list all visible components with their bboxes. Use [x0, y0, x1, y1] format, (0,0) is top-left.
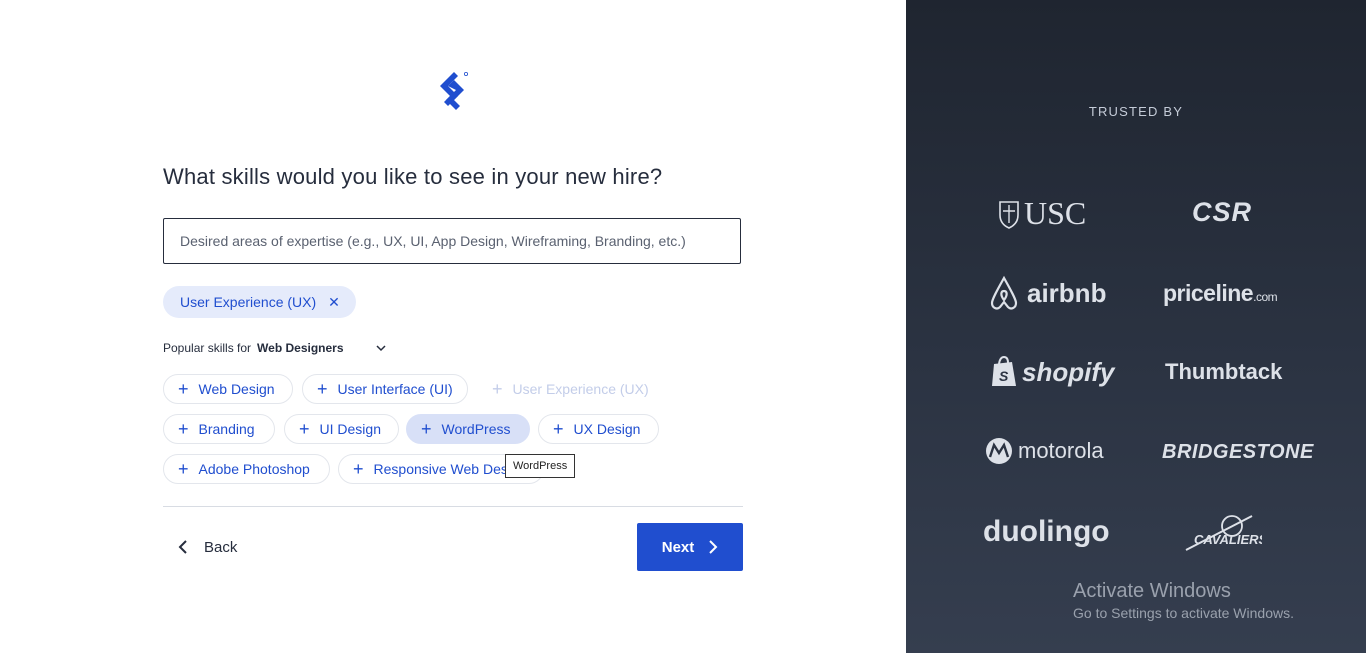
plus-icon: + [421, 419, 432, 439]
watermark-title: Activate Windows [1073, 580, 1231, 602]
svg-text:CAVALIERS: CAVALIERS [1194, 532, 1262, 547]
close-icon[interactable]: ✕ [328, 294, 340, 311]
toptal-logo-icon [440, 72, 468, 110]
divider [163, 506, 743, 507]
skill-chip-label: User Experience (UX) [512, 381, 649, 397]
skills-search-field[interactable] [163, 218, 741, 264]
windows-activation-watermark: Activate Windows Go to Settings to activ… [1073, 580, 1294, 621]
skill-chip-user-interface[interactable]: + User Interface (UI) [302, 374, 468, 404]
skill-chip-label: Adobe Photoshop [198, 461, 310, 477]
duolingo-logo: duolingo [983, 515, 1110, 548]
popular-skills-prefix: Popular skills for [163, 341, 252, 355]
motorola-batwing-icon [986, 438, 1012, 464]
cavaliers-logo: CAVALIERS [1182, 510, 1262, 556]
skill-chip-label: Branding [198, 421, 255, 437]
usc-shield-icon [999, 200, 1019, 229]
skill-chip-ux-design[interactable]: + UX Design [538, 414, 659, 444]
tooltip: WordPress [505, 454, 576, 478]
plus-icon: + [553, 419, 564, 439]
svg-text:S: S [999, 368, 1009, 384]
csr-logo: CSR [1192, 197, 1253, 227]
skill-chip-adobe-photoshop[interactable]: + Adobe Photoshop [163, 454, 330, 484]
skill-chip-label: WordPress [441, 421, 511, 437]
watermark-subtitle: Go to Settings to activate Windows. [1073, 605, 1294, 621]
priceline-logo: priceline .com [1163, 280, 1278, 306]
plus-icon: + [178, 419, 189, 439]
skill-chip-user-experience: + User Experience (UX) [477, 374, 657, 404]
shopify-bag-icon: S [992, 356, 1016, 386]
skill-chip-ui-design[interactable]: + UI Design [284, 414, 399, 444]
skill-chip-branding[interactable]: + Branding [163, 414, 275, 444]
plus-icon: + [492, 379, 503, 399]
bridgestone-logo: BRIDGESTONE [1162, 441, 1314, 463]
shopify-logo: S shopify [990, 356, 1114, 388]
priceline-domain-suffix: .com [1253, 289, 1278, 304]
skills-search-input[interactable] [164, 219, 740, 263]
airbnb-belo-icon [990, 275, 1018, 310]
skill-chip-web-design[interactable]: + Web Design [163, 374, 293, 404]
plus-icon: + [353, 459, 364, 479]
next-button[interactable]: Next [637, 523, 743, 571]
skill-chip-label: Responsive Web Design [373, 461, 527, 477]
trusted-by-panel [906, 0, 1366, 653]
plus-icon: + [317, 379, 328, 399]
cavaliers-sword-icon: CAVALIERS [1185, 515, 1262, 551]
plus-icon: + [178, 379, 189, 399]
trusted-by-heading: TRUSTED BY [1088, 104, 1184, 119]
airbnb-logo: airbnb [987, 275, 1106, 311]
selected-skill-chip: User Experience (UX) ✕ [163, 286, 356, 318]
thumbtack-logo: Thumbtack [1165, 359, 1283, 384]
popular-skills-selector[interactable]: Popular skills for Web Designers [163, 341, 388, 355]
chevron-left-icon [178, 540, 187, 554]
skill-chip-wordpress[interactable]: + WordPress [406, 414, 530, 444]
form-panel: What skills would you like to see in you… [0, 0, 906, 653]
page-title: What skills would you like to see in you… [163, 164, 663, 189]
selected-skill-label: User Experience (UX) [180, 294, 317, 310]
plus-icon: + [299, 419, 310, 439]
chevron-right-icon [709, 540, 718, 554]
chevron-down-icon[interactable] [374, 341, 388, 355]
skill-chip-label: UX Design [573, 421, 641, 437]
usc-logo: USC [998, 195, 1086, 232]
skill-chip-label: Web Design [198, 381, 275, 397]
skill-chip-label: User Interface (UI) [337, 381, 453, 397]
motorola-logo: motorola [985, 437, 1104, 465]
back-label: Back [204, 538, 238, 556]
popular-skills-role: Web Designers [257, 341, 344, 355]
plus-icon: + [178, 459, 189, 479]
next-label: Next [661, 538, 695, 556]
back-button[interactable]: Back [176, 533, 237, 561]
skill-chip-label: UI Design [319, 421, 381, 437]
